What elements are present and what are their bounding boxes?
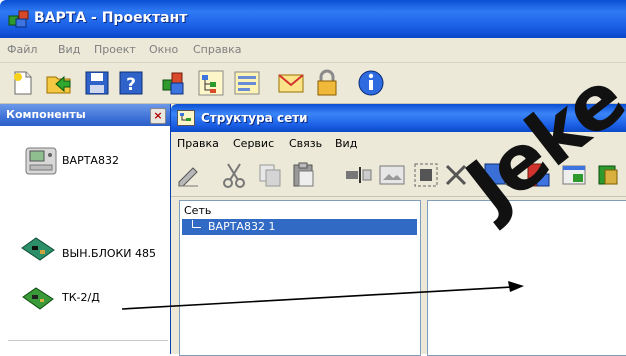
varta832-device-icon[interactable] bbox=[24, 146, 58, 176]
new-icon[interactable] bbox=[8, 68, 38, 98]
svg-text:?: ? bbox=[126, 75, 136, 95]
board-tk-icon[interactable] bbox=[20, 284, 56, 314]
paste-icon[interactable] bbox=[289, 160, 319, 190]
mail-icon[interactable] bbox=[276, 68, 306, 98]
menu-help[interactable]: Справка bbox=[193, 43, 241, 56]
info-icon[interactable] bbox=[356, 68, 386, 98]
split-icon[interactable] bbox=[411, 160, 441, 190]
menu-project[interactable]: Проект bbox=[94, 43, 136, 56]
window-title: ВАРТА - Проектант bbox=[34, 10, 188, 26]
main-menu-bar: Файл Вид Проект Окно Справка bbox=[0, 38, 626, 63]
cut-icon[interactable] bbox=[219, 160, 249, 190]
tree-branch-line bbox=[192, 220, 201, 228]
help-icon[interactable]: ? bbox=[116, 68, 146, 98]
menu-view-network[interactable]: Вид bbox=[335, 137, 357, 150]
insert-icon[interactable] bbox=[343, 160, 373, 190]
components-icon[interactable] bbox=[160, 68, 190, 98]
network-window-title: Структура сети bbox=[201, 111, 308, 125]
save-icon[interactable] bbox=[82, 68, 112, 98]
components-panel: Компоненты × ВАРТА832 ВЫН.БЛОКИ 485 ТК-2… bbox=[0, 104, 171, 354]
network-tree[interactable]: Сеть ВАРТА832 1 bbox=[179, 200, 421, 356]
close-icon[interactable]: × bbox=[150, 108, 166, 124]
menu-window[interactable]: Окно bbox=[149, 43, 178, 56]
tree-root-label[interactable]: Сеть bbox=[184, 204, 211, 217]
tools-icon[interactable] bbox=[595, 160, 625, 190]
main-title-bar: ВАРТА - Проектант bbox=[0, 0, 626, 38]
tree-item-label: ВАРТА832 1 bbox=[208, 220, 276, 233]
components-title: Компоненты bbox=[6, 108, 86, 121]
properties-panel[interactable] bbox=[427, 200, 626, 356]
component-label-blocks485[interactable]: ВЫН.БЛОКИ 485 bbox=[62, 247, 156, 260]
component-label-varta832[interactable]: ВАРТА832 bbox=[62, 154, 119, 167]
menu-view[interactable]: Вид bbox=[58, 43, 80, 56]
edit-icon[interactable] bbox=[175, 160, 205, 190]
menu-connection[interactable]: Связь bbox=[289, 137, 322, 150]
copy-icon[interactable] bbox=[255, 160, 285, 190]
components-header: Компоненты × bbox=[0, 104, 170, 126]
menu-edit[interactable]: Правка bbox=[177, 137, 219, 150]
menu-file[interactable]: Файл bbox=[7, 43, 37, 56]
network-window-icon bbox=[177, 110, 195, 126]
board-blocks-icon[interactable] bbox=[18, 234, 58, 264]
app-logo-icon bbox=[8, 10, 29, 28]
menu-service[interactable]: Сервис bbox=[233, 137, 274, 150]
tree-item-selected[interactable]: ВАРТА832 1 bbox=[182, 219, 417, 235]
list-icon[interactable] bbox=[232, 68, 262, 98]
panel-divider bbox=[8, 340, 168, 341]
lock-icon[interactable] bbox=[312, 68, 342, 98]
tree-icon[interactable] bbox=[196, 68, 226, 98]
open-icon[interactable] bbox=[44, 68, 74, 98]
component-label-tk2d[interactable]: ТК-2/Д bbox=[62, 291, 100, 304]
image-icon[interactable] bbox=[377, 160, 407, 190]
